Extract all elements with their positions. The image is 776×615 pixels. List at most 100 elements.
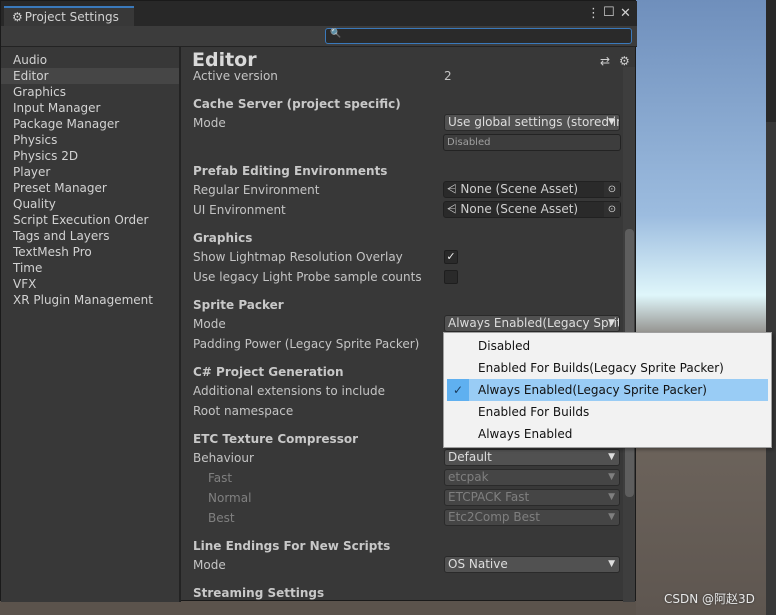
gear-icon: ⚙ xyxy=(12,10,23,24)
sidebar-item-tags-and-layers[interactable]: Tags and Layers xyxy=(1,228,179,244)
maximize-icon[interactable]: ☐ xyxy=(603,5,615,20)
chevron-down-icon: ▼ xyxy=(608,318,615,328)
search-icon: 🔍 xyxy=(330,29,342,39)
menu-item-label: Always Enabled xyxy=(478,427,573,441)
best-value: Etc2Comp Best xyxy=(448,510,540,524)
sidebar-item-editor[interactable]: Editor xyxy=(1,68,179,84)
chevron-down-icon: ▼ xyxy=(608,512,615,522)
sprite-mode-label: Mode xyxy=(193,317,226,331)
menu-item-label: Enabled For Builds(Legacy Sprite Packer) xyxy=(478,361,724,375)
line-endings-dropdown[interactable]: OS Native ▼ xyxy=(444,556,620,573)
fast-value: etcpak xyxy=(448,470,489,484)
regular-env-label: Regular Environment xyxy=(193,183,320,197)
scene-view-background xyxy=(636,0,768,615)
sidebar-item-input-manager[interactable]: Input Manager xyxy=(1,100,179,116)
sidebar-item-quality[interactable]: Quality xyxy=(1,196,179,212)
menu-item-label: Enabled For Builds xyxy=(478,405,590,419)
object-picker-icon[interactable]: ⊙ xyxy=(604,202,620,217)
tab-project-settings[interactable]: ⚙ Project Settings xyxy=(4,6,134,27)
editor-settings-panel: Editor ⇄ ⚙ Active version 2 Cache Server… xyxy=(183,47,635,602)
sidebar-item-time[interactable]: Time xyxy=(1,260,179,276)
sidebar-item-xr-plugin-management[interactable]: XR Plugin Management xyxy=(1,292,179,308)
section-csharp: C# Project Generation xyxy=(193,365,344,379)
best-dropdown: Etc2Comp Best ▼ xyxy=(444,509,620,526)
menu-item-label: Always Enabled(Legacy Sprite Packer) xyxy=(478,383,707,397)
sidebar-item-player[interactable]: Player xyxy=(1,164,179,180)
sprite-mode-dropdown[interactable]: Always Enabled(Legacy Sprite Packer)▼ xyxy=(444,315,620,332)
regular-env-value: None (Scene Asset) xyxy=(460,182,579,196)
sidebar-item-script-execution-order[interactable]: Script Execution Order xyxy=(1,212,179,228)
window-title: Project Settings xyxy=(24,10,119,24)
active-version-value: 2 xyxy=(444,69,452,83)
overlay-checkbox[interactable]: ✓ xyxy=(444,250,458,264)
inspector-panel-edge xyxy=(766,0,776,615)
ui-env-field[interactable]: ⩤ None (Scene Asset) ⊙ xyxy=(443,201,621,218)
chevron-down-icon: ▼ xyxy=(608,492,615,502)
padding-power-label: Padding Power (Legacy Sprite Packer) xyxy=(193,337,420,351)
check-icon: ✓ xyxy=(447,379,469,401)
ui-env-value: None (Scene Asset) xyxy=(460,202,579,216)
scene-asset-icon: ⩤ xyxy=(447,182,461,196)
extensions-label: Additional extensions to include xyxy=(193,384,385,398)
chevron-down-icon: ▼ xyxy=(608,472,615,482)
search-input[interactable]: 🔍 xyxy=(325,28,632,44)
sidebar-item-audio[interactable]: Audio xyxy=(1,52,179,68)
chevron-down-icon: ▼ xyxy=(608,559,615,569)
cache-mode-label: Mode xyxy=(193,116,226,130)
legacy-probe-label: Use legacy Light Probe sample counts xyxy=(193,270,422,284)
gear-icon[interactable]: ⚙ xyxy=(619,54,630,68)
ui-env-label: UI Environment xyxy=(193,203,286,217)
cache-mode-dropdown[interactable]: Use global settings (stored in ▼ xyxy=(444,114,620,131)
legacy-probe-checkbox[interactable] xyxy=(444,270,458,284)
normal-value: ETCPACK Fast xyxy=(448,490,530,504)
menu-item[interactable]: Disabled xyxy=(447,335,768,357)
section-graphics: Graphics xyxy=(193,231,253,245)
root-namespace-label: Root namespace xyxy=(193,404,294,418)
close-icon[interactable]: ✕ xyxy=(620,6,631,21)
behaviour-dropdown[interactable]: Default ▼ xyxy=(444,449,620,466)
overlay-label: Show Lightmap Resolution Overlay xyxy=(193,250,403,264)
sidebar-item-textmesh-pro[interactable]: TextMesh Pro xyxy=(1,244,179,260)
project-settings-window: ⚙ Project Settings ⋮ ☐ ✕ 🔍 Audio Editor Gra… xyxy=(0,0,637,602)
fast-label: Fast xyxy=(208,471,233,485)
sidebar-item-physics-2d[interactable]: Physics 2D xyxy=(1,148,179,164)
section-prefab-environments: Prefab Editing Environments xyxy=(193,164,388,178)
menu-item[interactable]: Always Enabled xyxy=(447,423,768,445)
more-icon[interactable]: ⋮ xyxy=(587,6,600,21)
behaviour-value: Default xyxy=(448,450,492,464)
menu-item[interactable]: Enabled For Builds(Legacy Sprite Packer) xyxy=(447,357,768,379)
section-sprite-packer: Sprite Packer xyxy=(193,298,284,312)
sidebar: Audio Editor Graphics Input Manager Package … xyxy=(1,47,181,602)
line-endings-value: OS Native xyxy=(448,557,508,571)
line-endings-mode-label: Mode xyxy=(193,558,226,572)
page-title: Editor xyxy=(192,49,257,71)
sidebar-item-preset-manager[interactable]: Preset Manager xyxy=(1,180,179,196)
section-streaming: Streaming Settings xyxy=(193,586,325,600)
preset-icon[interactable]: ⇄ xyxy=(600,54,610,68)
chevron-down-icon: ▼ xyxy=(608,452,615,462)
menu-item[interactable]: Enabled For Builds xyxy=(447,401,768,423)
object-picker-icon[interactable]: ⊙ xyxy=(604,182,620,197)
cache-mode-value: Use global settings (stored in xyxy=(448,115,620,129)
menu-item-label: Disabled xyxy=(478,339,531,353)
scene-asset-icon: ⩤ xyxy=(447,202,461,216)
behaviour-label: Behaviour xyxy=(193,451,254,465)
regular-env-field[interactable]: ⩤ None (Scene Asset) ⊙ xyxy=(443,181,621,198)
fast-dropdown: etcpak ▼ xyxy=(444,469,620,486)
best-label: Best xyxy=(208,511,235,525)
section-etc: ETC Texture Compressor xyxy=(193,432,358,446)
chevron-down-icon: ▼ xyxy=(608,117,615,127)
section-cache-server: Cache Server (project specific) xyxy=(193,97,401,111)
sidebar-item-vfx[interactable]: VFX xyxy=(1,276,179,292)
sprite-mode-menu: Disabled Enabled For Builds(Legacy Sprite… xyxy=(443,332,772,448)
sidebar-item-physics[interactable]: Physics xyxy=(1,132,179,148)
sidebar-item-package-manager[interactable]: Package Manager xyxy=(1,116,179,132)
section-line-endings: Line Endings For New Scripts xyxy=(193,539,391,553)
active-version-label: Active version xyxy=(193,69,278,83)
normal-label: Normal xyxy=(208,491,252,505)
sprite-mode-value: Always Enabled(Legacy Sprite Packer) xyxy=(448,316,619,330)
normal-dropdown: ETCPACK Fast ▼ xyxy=(444,489,620,506)
menu-item[interactable]: ✓ Always Enabled(Legacy Sprite Packer) xyxy=(447,379,768,401)
watermark: CSDN @阿赵3D xyxy=(664,592,755,606)
sidebar-item-graphics[interactable]: Graphics xyxy=(1,84,179,100)
